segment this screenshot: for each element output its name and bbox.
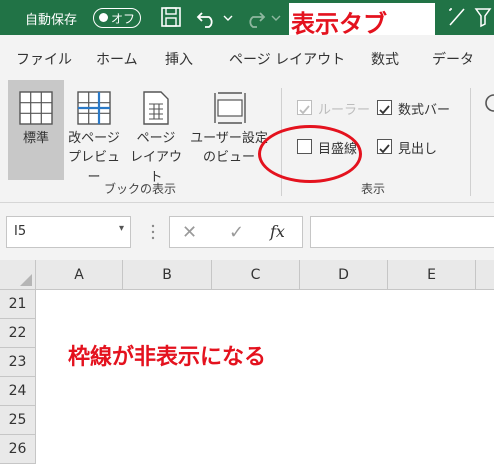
custom-views-label-1: ユーザー設定: [190, 131, 268, 146]
column-header-a[interactable]: A: [36, 260, 123, 290]
group-divider-2: [470, 88, 471, 196]
row-header-22[interactable]: 22: [0, 319, 36, 348]
redo-icon[interactable]: [244, 5, 266, 29]
select-all-triangle-icon: [20, 274, 32, 286]
column-header-d[interactable]: D: [300, 260, 388, 290]
row-header-26[interactable]: 26: [0, 435, 36, 464]
annotation-circle: [258, 125, 362, 183]
ruler-label: ルーラー: [318, 103, 371, 118]
formula-bar-check-icon: [379, 105, 390, 115]
page-layout-icon: [143, 91, 169, 125]
tab-home[interactable]: ホーム: [96, 49, 138, 69]
page-break-preview-icon: [77, 91, 111, 125]
ribbon-tabs: ファイル ホーム 挿入 ページ レイアウト 数式 データ: [0, 35, 494, 80]
worksheet-grid: A B C D E 21 22 23 24 25 26 枠線が非表示になる: [0, 260, 494, 476]
save-icon[interactable]: [160, 5, 182, 29]
splitter-handle-icon[interactable]: [150, 223, 156, 241]
headings-label: 見出し: [398, 142, 438, 157]
custom-views-button[interactable]: ユーザー設定 のビュー: [188, 80, 270, 180]
tab-page-layout[interactable]: ページ レイアウト: [229, 49, 345, 69]
enter-icon[interactable]: ✓: [229, 222, 244, 243]
annotation-view-tab-text: 表示タブ: [291, 10, 387, 38]
formula-bar-label: 数式バー: [398, 103, 451, 118]
page-break-preview-button[interactable]: 改ページ プレビュー: [64, 80, 124, 185]
show-group-label: 表示: [361, 182, 386, 196]
formula-bar: I5 ▾ ✕ ✓ fx: [0, 203, 494, 260]
name-box-value: I5: [14, 224, 27, 239]
page-break-preview-label-1: 改ページ: [68, 131, 120, 146]
undo-dropdown-icon[interactable]: [222, 5, 234, 29]
ruler-check-icon: [299, 105, 310, 115]
formula-buttons: ✕ ✓ fx: [169, 216, 303, 248]
redo-dropdown-icon[interactable]: [270, 5, 282, 29]
headings-check-icon: [379, 144, 390, 154]
title-bar: 自動保存 オフ 表示タブ: [0, 0, 494, 38]
tab-data[interactable]: データ: [432, 49, 474, 69]
select-all-corner[interactable]: [0, 260, 36, 290]
formula-input[interactable]: [310, 216, 494, 248]
row-header-23[interactable]: 23: [0, 348, 36, 377]
toggle-state: オフ: [111, 12, 136, 26]
normal-view-button[interactable]: 標準: [8, 80, 64, 180]
annotation-view-tab: 表示タブ: [289, 3, 435, 38]
normal-view-label: 標準: [22, 131, 49, 146]
page-layout-button[interactable]: ページ レイアウト: [126, 80, 186, 185]
tab-file[interactable]: ファイル: [16, 49, 72, 69]
insert-function-icon[interactable]: fx: [270, 222, 285, 241]
headings-checkbox[interactable]: [377, 139, 392, 154]
column-header-c[interactable]: C: [212, 260, 300, 290]
page-layout-label-1: ページ: [136, 131, 176, 146]
ribbon: 標準 改ページ プレビュー ページ レイアウト ユーザー設定 のビュー ブックの…: [0, 80, 494, 203]
column-header-partial[interactable]: [476, 260, 494, 290]
autosave-label: 自動保存: [25, 13, 78, 28]
ruler-checkbox[interactable]: [297, 100, 312, 115]
annotation-gridlines-hidden: 枠線が非表示になる: [68, 345, 267, 370]
cancel-icon[interactable]: ✕: [182, 222, 197, 243]
zoom-icon[interactable]: [483, 92, 494, 120]
autosave-toggle[interactable]: オフ: [93, 8, 141, 28]
formula-bar-checkbox[interactable]: [377, 100, 392, 115]
sort-icon[interactable]: [446, 5, 468, 29]
workbook-views-group-label: ブックの表示: [104, 182, 177, 196]
tab-insert[interactable]: 挿入: [165, 49, 193, 69]
normal-view-icon: [19, 91, 53, 125]
name-box[interactable]: I5 ▾: [6, 216, 131, 248]
custom-views-icon: [214, 92, 246, 124]
column-header-e[interactable]: E: [388, 260, 476, 290]
row-header-25[interactable]: 25: [0, 406, 36, 435]
filter-icon[interactable]: [474, 5, 494, 29]
name-box-dropdown-icon[interactable]: ▾: [119, 223, 124, 234]
undo-icon[interactable]: [196, 5, 218, 29]
row-header-24[interactable]: 24: [0, 377, 36, 406]
tab-formulas[interactable]: 数式: [371, 49, 399, 69]
row-header-21[interactable]: 21: [0, 290, 36, 319]
column-header-b[interactable]: B: [123, 260, 212, 290]
toggle-knob: [99, 13, 108, 22]
